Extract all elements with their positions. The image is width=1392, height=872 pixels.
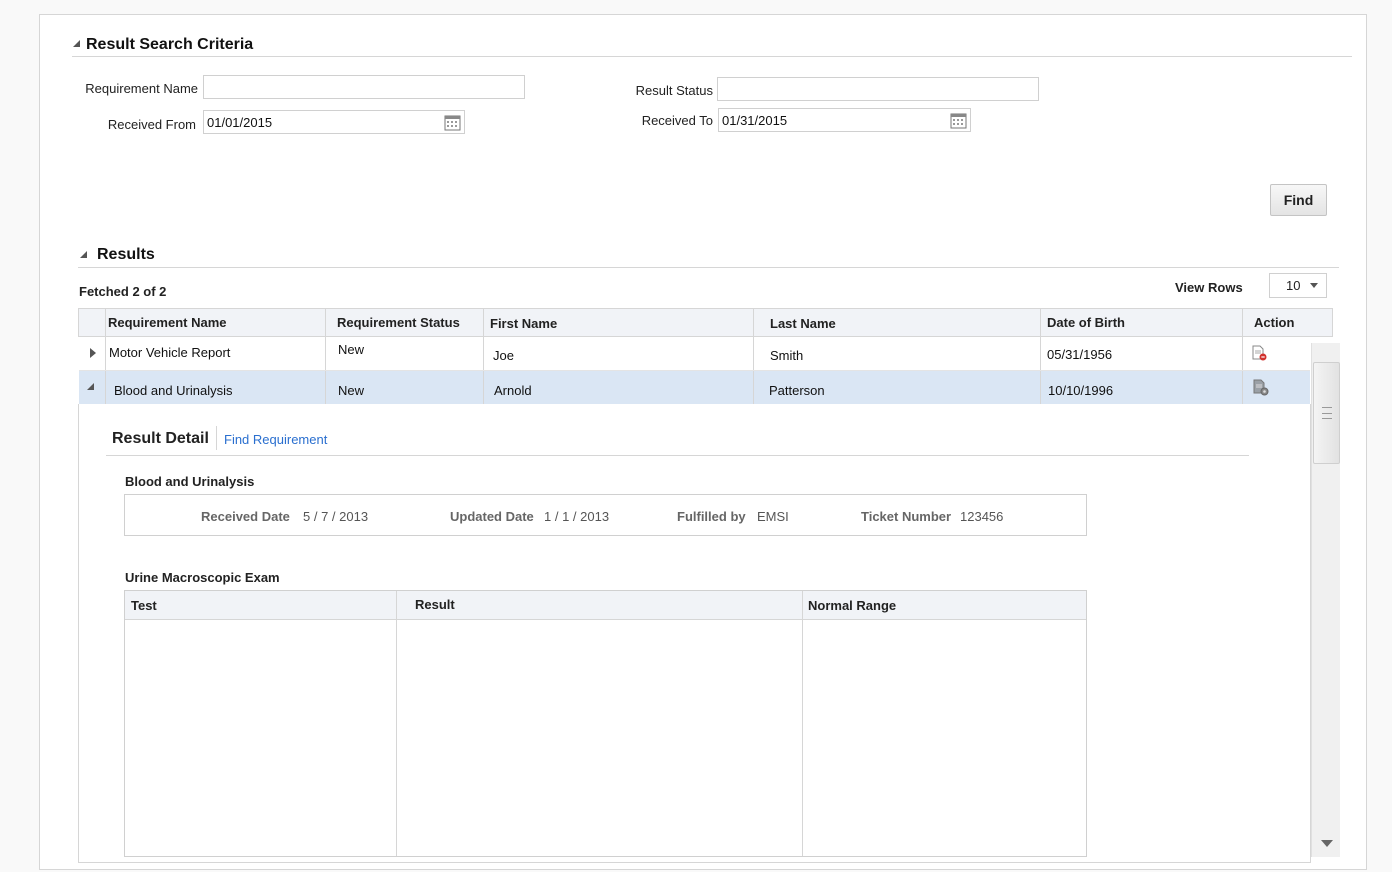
detail-requirement-title: Blood and Urinalysis <box>125 474 255 489</box>
calendar-icon[interactable] <box>950 112 967 129</box>
column-header-requirement-status[interactable]: Requirement Status <box>337 315 460 330</box>
exam-column-test: Test <box>131 598 157 613</box>
received-date-value: 5 / 7 / 2013 <box>303 509 369 524</box>
row1-dob: 05/31/1956 <box>1047 347 1113 362</box>
received-to-input[interactable]: 01/31/2015 <box>718 108 971 132</box>
exam-column-divider <box>802 591 803 856</box>
collapse-row-icon[interactable] <box>87 383 94 390</box>
search-divider <box>72 56 1352 57</box>
column-header-action: Action <box>1254 315 1295 330</box>
fulfilled-by-value: EMSI <box>757 509 789 524</box>
scroll-down-arrow-icon[interactable] <box>1321 840 1333 847</box>
results-section-title: Results <box>97 246 155 263</box>
exam-table <box>124 590 1087 857</box>
ticket-number-value: 123456 <box>960 509 1004 524</box>
exam-column-result: Result <box>415 597 455 612</box>
results-table-header <box>78 308 1333 337</box>
row2-dob: 10/10/1996 <box>1048 383 1114 398</box>
exam-table-header <box>125 591 1086 620</box>
row2-status: New <box>338 383 365 398</box>
view-rows-label: View Rows <box>1175 280 1243 295</box>
column-header-requirement-name[interactable]: Requirement Name <box>108 315 226 330</box>
ticket-number-label: Ticket Number <box>861 509 952 524</box>
result-detail-title: Result Detail <box>112 430 209 447</box>
updated-date-label: Updated Date <box>450 509 534 524</box>
detail-divider <box>106 455 1249 456</box>
column-divider <box>325 308 326 404</box>
find-button[interactable]: Find <box>1270 184 1327 216</box>
grip-icon <box>1322 407 1332 419</box>
scrollbar-thumb[interactable] <box>1313 362 1340 464</box>
column-divider <box>483 308 484 404</box>
row-divider <box>79 370 1310 371</box>
collapse-results-icon[interactable] <box>80 251 87 258</box>
settings-document-icon[interactable] <box>1252 379 1269 396</box>
chevron-down-icon <box>1310 283 1318 288</box>
updated-date-value: 1 / 1 / 2013 <box>544 509 610 524</box>
column-divider <box>753 308 754 404</box>
fetched-count: Fetched 2 of 2 <box>79 284 167 299</box>
requirement-name-label: Requirement Name <box>85 81 198 96</box>
calendar-icon[interactable] <box>444 114 461 131</box>
column-header-first-name[interactable]: First Name <box>490 316 557 331</box>
column-divider <box>1040 308 1041 404</box>
table-row-selected-bg <box>79 371 1310 404</box>
received-date-label: Received Date <box>201 509 290 524</box>
received-to-label: Received To <box>641 113 713 128</box>
column-header-date-of-birth[interactable]: Date of Birth <box>1047 315 1125 330</box>
column-divider <box>105 308 106 404</box>
find-requirement-link[interactable]: Find Requirement <box>224 432 327 447</box>
row2-first-name: Arnold <box>494 383 532 398</box>
results-divider <box>78 267 1339 268</box>
exam-column-divider <box>396 591 397 856</box>
fulfilled-by-label: Fulfilled by <box>677 509 746 524</box>
collapse-search-icon[interactable] <box>73 40 80 47</box>
detail-title-divider <box>216 426 217 450</box>
delete-document-icon[interactable] <box>1251 345 1267 361</box>
search-section-title: Result Search Criteria <box>86 36 254 53</box>
exam-column-normal-range: Normal Range <box>808 598 897 613</box>
row1-requirement-name[interactable]: Motor Vehicle Report <box>109 345 230 360</box>
received-from-label: Received From <box>107 117 196 132</box>
received-from-input[interactable]: 01/01/2015 <box>203 110 465 134</box>
column-divider <box>1242 308 1243 404</box>
column-header-last-name[interactable]: Last Name <box>770 316 836 331</box>
exam-title: Urine Macroscopic Exam <box>125 570 280 585</box>
row1-first-name: Joe <box>493 348 514 363</box>
expand-row-icon[interactable] <box>90 348 96 358</box>
row2-last-name: Patterson <box>769 383 825 398</box>
result-status-input[interactable] <box>717 77 1039 101</box>
row1-last-name: Smith <box>770 348 804 363</box>
view-rows-value: 10 <box>1286 278 1301 293</box>
result-status-label: Result Status <box>635 83 713 98</box>
requirement-name-input[interactable] <box>203 75 525 99</box>
row2-requirement-name[interactable]: Blood and Urinalysis <box>114 383 233 398</box>
row1-status: New <box>338 342 365 357</box>
view-rows-select[interactable]: 10 <box>1269 273 1327 298</box>
